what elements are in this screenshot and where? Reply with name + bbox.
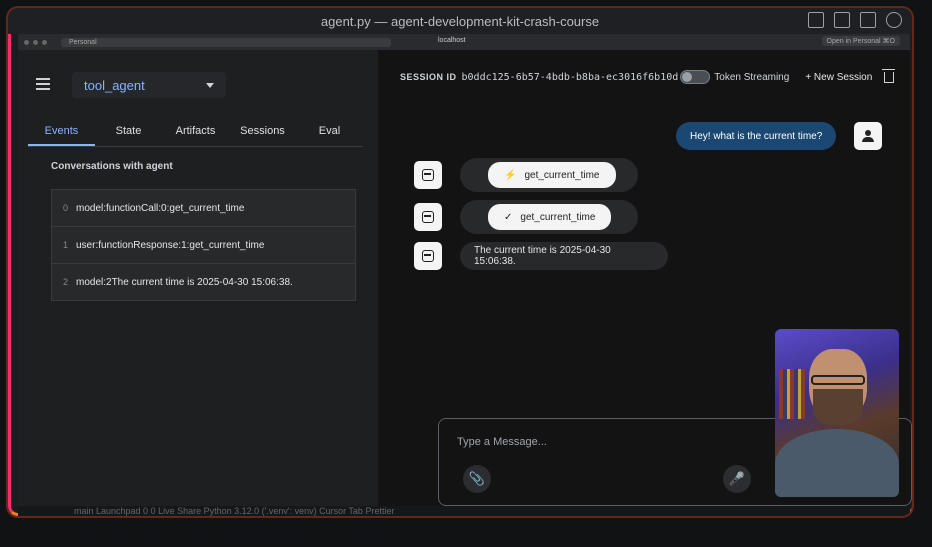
user-avatar: [854, 122, 882, 150]
presenter-beard: [813, 389, 863, 425]
event-text: model:functionCall:0:get_current_time: [76, 202, 245, 214]
microphone-icon[interactable]: 🎤: [723, 465, 751, 493]
chevron-down-icon: [206, 82, 214, 88]
token-streaming-label: Token Streaming: [714, 71, 790, 83]
tab-sessions[interactable]: Sessions: [229, 120, 296, 146]
event-list: 0 model:functionCall:0:get_current_time …: [51, 189, 356, 301]
agent-name: tool_agent: [84, 77, 145, 93]
traffic-lights[interactable]: [24, 39, 47, 45]
event-text: user:functionResponse:1:get_current_time: [76, 239, 265, 251]
person-icon: [861, 129, 875, 143]
sidebar-tabs: Events State Artifacts Sessions Eval: [28, 120, 363, 147]
event-index: 1: [62, 240, 68, 250]
status-bar-text: main Launchpad 0 0 Live Share Python 3.1…: [74, 506, 395, 516]
user-message: Hey! what is the current time?: [676, 122, 837, 150]
attach-icon[interactable]: 📎: [463, 465, 491, 493]
menu-icon[interactable]: [36, 78, 50, 90]
message-input[interactable]: [455, 435, 759, 449]
bot-message-text: The current time is 2025-04-30 15:06:38.: [474, 245, 611, 267]
bot-message: The current time is 2025-04-30 15:06:38.: [460, 242, 668, 270]
conversations-title: Conversations with agent: [51, 161, 173, 172]
bolt-icon: ⚡: [504, 169, 517, 181]
bookshelf: [779, 369, 805, 419]
tool-call-message: ⚡ get_current_time: [460, 158, 638, 192]
browser-toolbar: Personal localhost Open in Personal ⌘O: [18, 34, 910, 50]
list-item[interactable]: 1 user:functionResponse:1:get_current_ti…: [52, 227, 355, 264]
function-call-chip[interactable]: ⚡ get_current_time: [488, 162, 616, 188]
gear-icon[interactable]: [886, 12, 902, 28]
window-title: agent.py — agent-development-kit-crash-c…: [320, 13, 600, 29]
session-id-label: SESSION ID: [400, 72, 457, 82]
bot-avatar: [414, 242, 442, 270]
open-in-button[interactable]: Open in Personal ⌘O: [821, 36, 900, 46]
session-bar: SESSION ID b0ddc125-6b57-4bdb-b8ba-ec301…: [400, 68, 900, 86]
address-bar[interactable]: localhost: [438, 37, 466, 44]
tool-response-message: ✓ get_current_time: [460, 200, 638, 234]
function-name: get_current_time: [520, 211, 596, 223]
browser-tab[interactable]: Personal: [61, 37, 391, 47]
presenter-glasses: [811, 375, 865, 385]
bot-avatar: [414, 161, 442, 189]
toggle-sidebar-icon[interactable]: [808, 12, 824, 28]
robot-icon: [422, 169, 434, 181]
tab-artifacts[interactable]: Artifacts: [162, 120, 229, 146]
bot-avatar: [414, 203, 442, 231]
sidebar: tool_agent Events State Artifacts Sessio…: [18, 50, 378, 506]
status-bar: main Launchpad 0 0 Live Share Python 3.1…: [18, 506, 910, 516]
event-index: 2: [62, 277, 68, 287]
window-titlebar: agent.py — agent-development-kit-crash-c…: [8, 8, 912, 34]
function-response-chip[interactable]: ✓ get_current_time: [488, 204, 612, 230]
check-icon: ✓: [504, 211, 513, 223]
agent-select[interactable]: tool_agent: [72, 72, 226, 98]
tab-eval[interactable]: Eval: [296, 120, 363, 146]
session-id-value: b0ddc125-6b57-4bdb-b8ba-ec3016f6b10d: [461, 71, 679, 83]
event-index: 0: [62, 203, 68, 213]
layout-controls: [808, 12, 902, 28]
function-name: get_current_time: [524, 169, 600, 181]
list-item[interactable]: 0 model:functionCall:0:get_current_time: [52, 190, 355, 227]
list-item[interactable]: 2 model:2The current time is 2025-04-30 …: [52, 264, 355, 300]
toggle-panel-icon[interactable]: [834, 12, 850, 28]
new-session-button[interactable]: + New Session: [805, 72, 872, 83]
robot-icon: [422, 211, 434, 223]
tab-state[interactable]: State: [95, 120, 162, 146]
webcam-overlay: [775, 329, 899, 497]
toggle-secondary-sidebar-icon[interactable]: [860, 12, 876, 28]
robot-icon: [422, 250, 434, 262]
presenter-shirt: [775, 429, 899, 497]
tab-events[interactable]: Events: [28, 120, 95, 146]
delete-session-icon[interactable]: [882, 68, 896, 83]
event-text: model:2The current time is 2025-04-30 15…: [76, 276, 293, 288]
token-streaming-toggle[interactable]: [680, 70, 711, 84]
